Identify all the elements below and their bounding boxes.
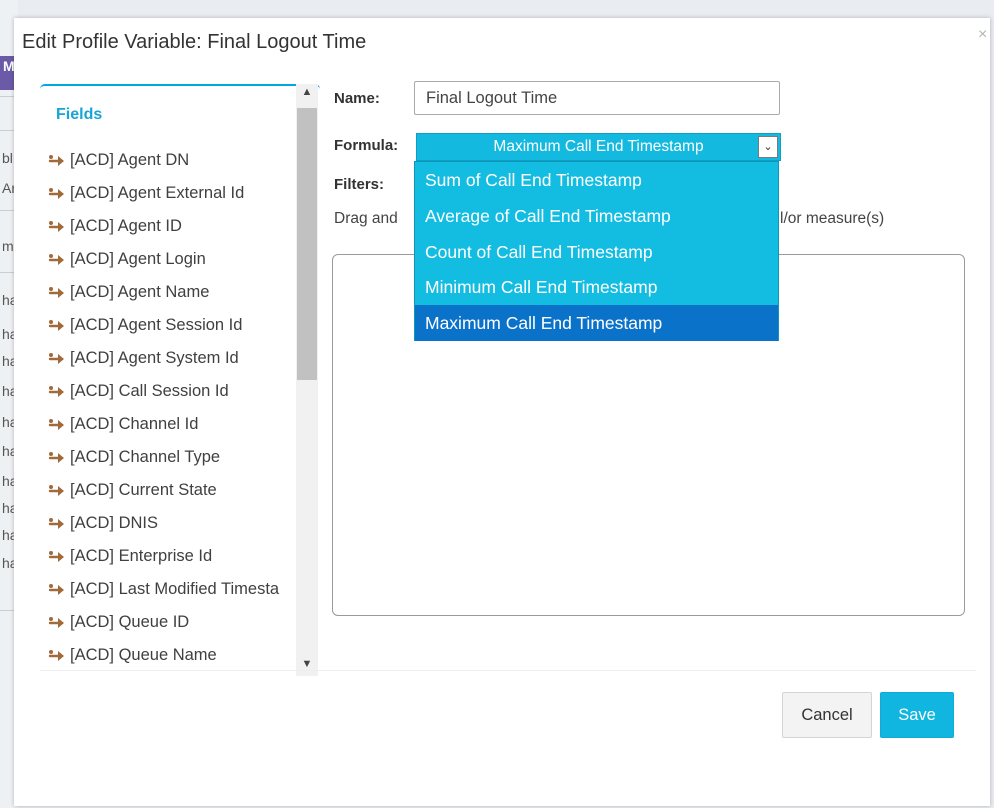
name-input[interactable] bbox=[414, 81, 780, 115]
field-plug-icon bbox=[48, 418, 64, 430]
fields-header: Fields bbox=[56, 106, 103, 123]
field-list-item[interactable]: [ACD] Agent ID bbox=[48, 210, 303, 243]
field-plug-icon bbox=[48, 451, 64, 463]
field-list-item[interactable]: [ACD] Queue Name bbox=[48, 639, 303, 672]
field-list-item[interactable]: [ACD] Agent External Id bbox=[48, 177, 303, 210]
scroll-down-arrow-icon[interactable]: ▼ bbox=[296, 658, 318, 674]
name-label: Name: bbox=[334, 90, 380, 107]
field-plug-icon bbox=[48, 253, 64, 265]
field-plug-icon bbox=[48, 649, 64, 661]
field-plug-icon bbox=[48, 616, 64, 628]
field-label: [ACD] Agent External Id bbox=[70, 184, 245, 202]
chevron-down-icon[interactable]: ⌄ bbox=[758, 136, 778, 158]
formula-label: Formula: bbox=[334, 137, 399, 154]
field-plug-icon bbox=[48, 385, 64, 397]
fields-panel: Fields [ACD] Agent DN [ACD] Agent Externa… bbox=[40, 84, 320, 676]
field-label: [ACD] Queue Name bbox=[70, 646, 217, 664]
background-text: bl bbox=[2, 150, 13, 166]
formula-option[interactable]: Maximum Call End Timestamp bbox=[415, 305, 778, 341]
field-label: [ACD] Call Session Id bbox=[70, 382, 229, 400]
save-button[interactable]: Save bbox=[880, 692, 954, 738]
field-list-item[interactable]: [ACD] Agent Session Id bbox=[48, 309, 303, 342]
field-label: [ACD] Agent Name bbox=[70, 283, 210, 301]
edit-profile-variable-dialog: Edit Profile Variable: Final Logout Time… bbox=[14, 18, 990, 806]
formula-option[interactable]: Count of Call End Timestamp bbox=[415, 234, 778, 270]
field-list-item[interactable]: [ACD] Channel Type bbox=[48, 441, 303, 474]
field-list-item[interactable]: [ACD] Enterprise Id bbox=[48, 540, 303, 573]
cancel-button[interactable]: Cancel bbox=[782, 692, 872, 738]
field-plug-icon bbox=[48, 484, 64, 496]
field-list-item[interactable]: [ACD] Call Session Id bbox=[48, 375, 303, 408]
field-label: [ACD] Current State bbox=[70, 481, 217, 499]
field-plug-icon bbox=[48, 583, 64, 595]
background-text: m bbox=[2, 238, 14, 254]
formula-option[interactable]: Average of Call End Timestamp bbox=[415, 198, 778, 234]
field-list-item[interactable]: [ACD] Agent Login bbox=[48, 243, 303, 276]
field-label: [ACD] Enterprise Id bbox=[70, 547, 213, 565]
field-plug-icon bbox=[48, 187, 64, 199]
fields-list: [ACD] Agent DN [ACD] Agent External Id [AC… bbox=[48, 144, 303, 672]
field-plug-icon bbox=[48, 319, 64, 331]
scroll-thumb[interactable] bbox=[297, 108, 317, 380]
filters-help-text-start: Drag and bbox=[334, 210, 398, 227]
field-label: [ACD] Last Modified Timesta bbox=[70, 580, 280, 598]
field-list-item[interactable]: [ACD] Channel Id bbox=[48, 408, 303, 441]
footer-divider bbox=[40, 670, 976, 671]
field-label: [ACD] Channel Type bbox=[70, 448, 221, 466]
field-label: [ACD] Agent Login bbox=[70, 250, 206, 268]
field-plug-icon bbox=[48, 352, 64, 364]
field-label: [ACD] Agent ID bbox=[70, 217, 182, 235]
dialog-title: Edit Profile Variable: Final Logout Time bbox=[22, 31, 367, 53]
formula-option[interactable]: Minimum Call End Timestamp bbox=[415, 269, 778, 305]
field-plug-icon bbox=[48, 286, 64, 298]
field-list-item[interactable]: [ACD] Agent Name bbox=[48, 276, 303, 309]
background-text: M bbox=[3, 58, 15, 74]
field-plug-icon bbox=[48, 220, 64, 232]
field-plug-icon bbox=[48, 550, 64, 562]
filters-label: Filters: bbox=[334, 176, 385, 193]
field-list-item[interactable]: [ACD] Last Modified Timesta bbox=[48, 573, 303, 606]
close-icon[interactable]: × bbox=[978, 26, 987, 44]
field-plug-icon bbox=[48, 517, 64, 529]
field-label: [ACD] Agent DN bbox=[70, 151, 190, 169]
filters-help-text-end: l/or measure(s) bbox=[780, 210, 885, 227]
field-list-item[interactable]: [ACD] Current State bbox=[48, 474, 303, 507]
formula-select[interactable]: Maximum Call End Timestamp ⌄ bbox=[416, 133, 781, 161]
formula-selected-value: Maximum Call End Timestamp bbox=[493, 138, 704, 155]
field-list-item[interactable]: [ACD] DNIS bbox=[48, 507, 303, 540]
field-label: [ACD] Channel Id bbox=[70, 415, 199, 433]
field-list-item[interactable]: [ACD] Queue ID bbox=[48, 606, 303, 639]
field-label: [ACD] Queue ID bbox=[70, 613, 190, 631]
field-plug-icon bbox=[48, 154, 64, 166]
formula-dropdown-list: Sum of Call End Timestamp Average of Call… bbox=[414, 161, 779, 341]
field-label: [ACD] DNIS bbox=[70, 514, 159, 532]
scroll-up-arrow-icon[interactable]: ▲ bbox=[296, 86, 318, 102]
fields-scrollbar[interactable]: ▲ ▼ bbox=[296, 84, 318, 676]
formula-option[interactable]: Sum of Call End Timestamp bbox=[415, 162, 778, 198]
field-label: [ACD] Agent System Id bbox=[70, 349, 239, 367]
field-list-item[interactable]: [ACD] Agent DN bbox=[48, 144, 303, 177]
field-label: [ACD] Agent Session Id bbox=[70, 316, 243, 334]
field-list-item[interactable]: [ACD] Agent System Id bbox=[48, 342, 303, 375]
